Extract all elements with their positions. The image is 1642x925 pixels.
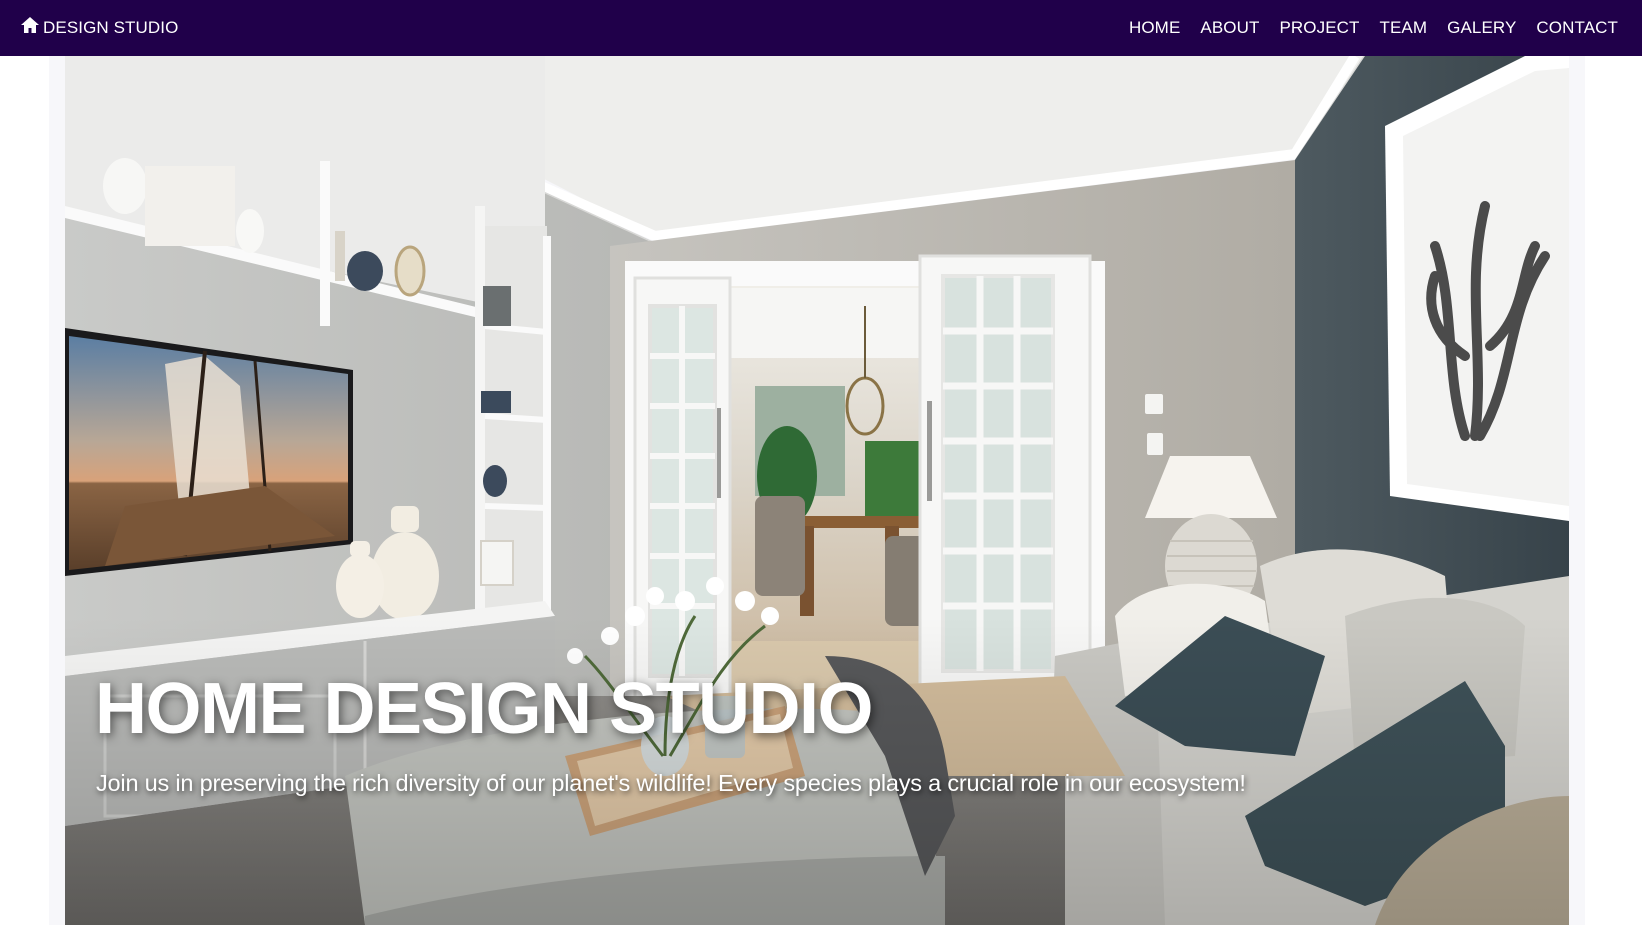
nav-link-contact[interactable]: CONTACT [1536,18,1618,38]
top-navbar: DESIGN STUDIO HOME ABOUT PROJECT TEAM GA… [0,0,1642,56]
hero-title: HOME DESIGN STUDIO [95,669,874,749]
nav-link-project[interactable]: PROJECT [1279,18,1359,38]
hero-subtitle: Join us in preserving the rich diversity… [96,770,1246,796]
nav-links: HOME ABOUT PROJECT TEAM GALERY CONTACT [1109,18,1618,38]
nav-link-galery[interactable]: GALERY [1447,18,1516,38]
nav-link-team[interactable]: TEAM [1380,18,1428,38]
brand-name: DESIGN STUDIO [43,18,179,37]
nav-link-about[interactable]: ABOUT [1200,18,1259,38]
nav-link-home[interactable]: HOME [1129,18,1180,38]
brand-logo-link[interactable]: DESIGN STUDIO [20,15,179,38]
hero-section: HOME DESIGN STUDIO Join us in preserving… [65,56,1569,925]
home-icon [20,15,40,35]
